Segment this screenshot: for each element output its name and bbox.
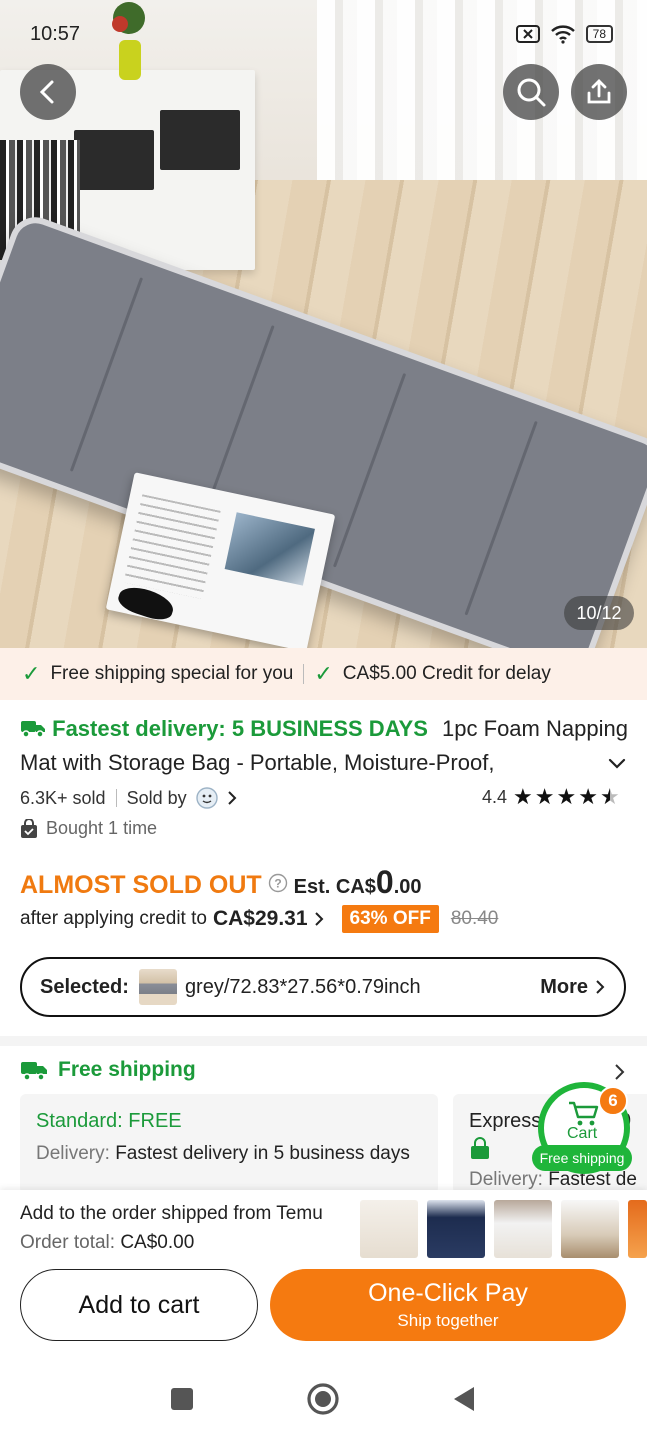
star-icon: ★ xyxy=(513,784,533,809)
fastest-delivery-label: Fastest delivery: 5 BUSINESS DAYS xyxy=(52,716,428,741)
check-icon: ✓ xyxy=(22,661,41,686)
battery-icon: 78 xyxy=(585,25,613,43)
star-icon: ★ xyxy=(556,784,577,809)
status-icons: 78 xyxy=(515,24,613,44)
home-icon[interactable] xyxy=(306,1382,340,1416)
sold-by-link[interactable]: Sold by xyxy=(127,788,187,809)
chevron-down-icon[interactable] xyxy=(606,752,628,774)
original-price: 80.40 xyxy=(450,908,499,929)
svg-text:?: ? xyxy=(274,876,281,890)
pay-main-label: One-Click Pay xyxy=(368,1279,528,1307)
chevron-right-icon[interactable] xyxy=(612,1062,626,1082)
promo-credit: CA$5.00 Credit for delay xyxy=(342,663,551,684)
recent-apps-icon[interactable] xyxy=(170,1387,194,1411)
free-shipping-title: Free shipping xyxy=(58,1058,196,1081)
back-button[interactable] xyxy=(20,64,76,120)
delivery-truck-icon xyxy=(21,1062,47,1081)
order-item-thumb[interactable] xyxy=(360,1200,418,1258)
chevron-right-icon xyxy=(596,980,605,994)
chevron-left-icon xyxy=(39,80,54,104)
check-icon: ✓ xyxy=(314,661,333,686)
chevron-right-icon xyxy=(314,912,323,926)
share-button[interactable] xyxy=(571,64,627,120)
express-title: Express xyxy=(469,1110,542,1132)
star-icon: ★ xyxy=(578,784,598,809)
product-image[interactable]: 10:57 78 10/12 xyxy=(0,0,647,648)
order-item-thumb[interactable] xyxy=(628,1200,647,1258)
cart-free-shipping: Free shipping xyxy=(532,1145,632,1171)
help-icon[interactable]: ? xyxy=(268,873,288,893)
status-time: 10:57 xyxy=(30,23,81,45)
wifi-icon xyxy=(550,25,575,44)
express-delivery: Delivery: Fastest de xyxy=(469,1169,637,1190)
product-title[interactable]: Fastest delivery: 5 BUSINESS DAYS 1pc Fo… xyxy=(20,712,632,780)
est-price: Est. CA$0.00 xyxy=(293,864,422,900)
back-nav-icon[interactable] xyxy=(452,1385,476,1413)
cart-label: Cart xyxy=(567,1125,598,1142)
selected-label: Selected: xyxy=(40,975,129,998)
selected-value: grey/72.83*27.56*0.79inch xyxy=(184,975,421,998)
half-star-icon: ★ xyxy=(599,784,620,809)
promo-strip[interactable]: ✓ Free shipping special for you ✓ CA$5.0… xyxy=(0,648,647,700)
order-info: Add to the order shipped from Temu xyxy=(20,1203,323,1224)
star-icon: ★ xyxy=(534,784,555,809)
sold-row: 6.3K+ sold Sold by xyxy=(20,786,239,810)
variant-thumbnail xyxy=(138,969,177,1005)
order-total: Order total: CA$0.00 xyxy=(20,1232,195,1253)
system-nav-bar xyxy=(0,1360,647,1440)
credit-row[interactable]: after applying credit to CA$29.31 63% OF… xyxy=(20,905,498,933)
cart-count-badge: 6 xyxy=(598,1086,628,1116)
lock-icon xyxy=(471,1137,489,1159)
variant-selector[interactable]: Selected: grey/72.83*27.56*0.79inch More xyxy=(20,957,626,1017)
price-row: ALMOST SOLD OUT ? Est. CA$0.00 xyxy=(20,864,422,901)
bought-text: Bought 1 time xyxy=(46,818,158,838)
order-item-thumb[interactable] xyxy=(561,1200,619,1258)
sold-count: 6.3K+ sold xyxy=(20,787,106,808)
standard-title: Standard: FREE xyxy=(36,1110,182,1132)
promo-free-shipping: Free shipping special for you xyxy=(50,663,294,684)
plant-decor xyxy=(112,2,145,80)
almost-sold-out: ALMOST SOLD OUT xyxy=(20,871,262,899)
shipping-header[interactable]: Free shipping xyxy=(20,1058,196,1082)
pay-sub-label: Ship together xyxy=(397,1311,499,1330)
search-icon xyxy=(517,78,546,107)
search-button[interactable] xyxy=(503,64,559,120)
share-icon xyxy=(587,79,611,104)
image-counter: 10/12 xyxy=(564,596,634,630)
order-item-thumb[interactable] xyxy=(427,1200,485,1258)
credit-text: after applying credit to xyxy=(20,908,207,929)
standard-shipping-card[interactable]: Standard: FREE Delivery: Fastest deliver… xyxy=(20,1094,438,1194)
promo-divider xyxy=(303,664,305,684)
more-button[interactable]: More xyxy=(540,976,606,999)
chevron-right-icon[interactable] xyxy=(225,789,239,807)
store-avatar-icon[interactable] xyxy=(195,786,219,810)
shopping-bag-icon xyxy=(21,818,37,838)
one-click-pay-button[interactable]: One-Click Pay Ship together xyxy=(270,1269,626,1341)
rating[interactable]: 4.4 ★ ★ ★ ★ ★ xyxy=(482,786,620,808)
cart-icon xyxy=(569,1101,599,1126)
standard-delivery: Delivery: Fastest delivery in 5 business… xyxy=(36,1143,410,1164)
delivery-truck-icon xyxy=(21,721,45,738)
order-item-thumb[interactable] xyxy=(494,1200,552,1258)
signal-x-icon xyxy=(515,25,540,43)
rating-value: 4.4 xyxy=(482,786,508,807)
discount-badge: 63% OFF xyxy=(341,905,439,933)
credit-amount: CA$29.31 xyxy=(212,907,308,930)
bought-row: Bought 1 time xyxy=(20,818,157,839)
add-to-cart-button[interactable]: Add to cart xyxy=(20,1269,258,1341)
section-divider xyxy=(0,1036,647,1046)
